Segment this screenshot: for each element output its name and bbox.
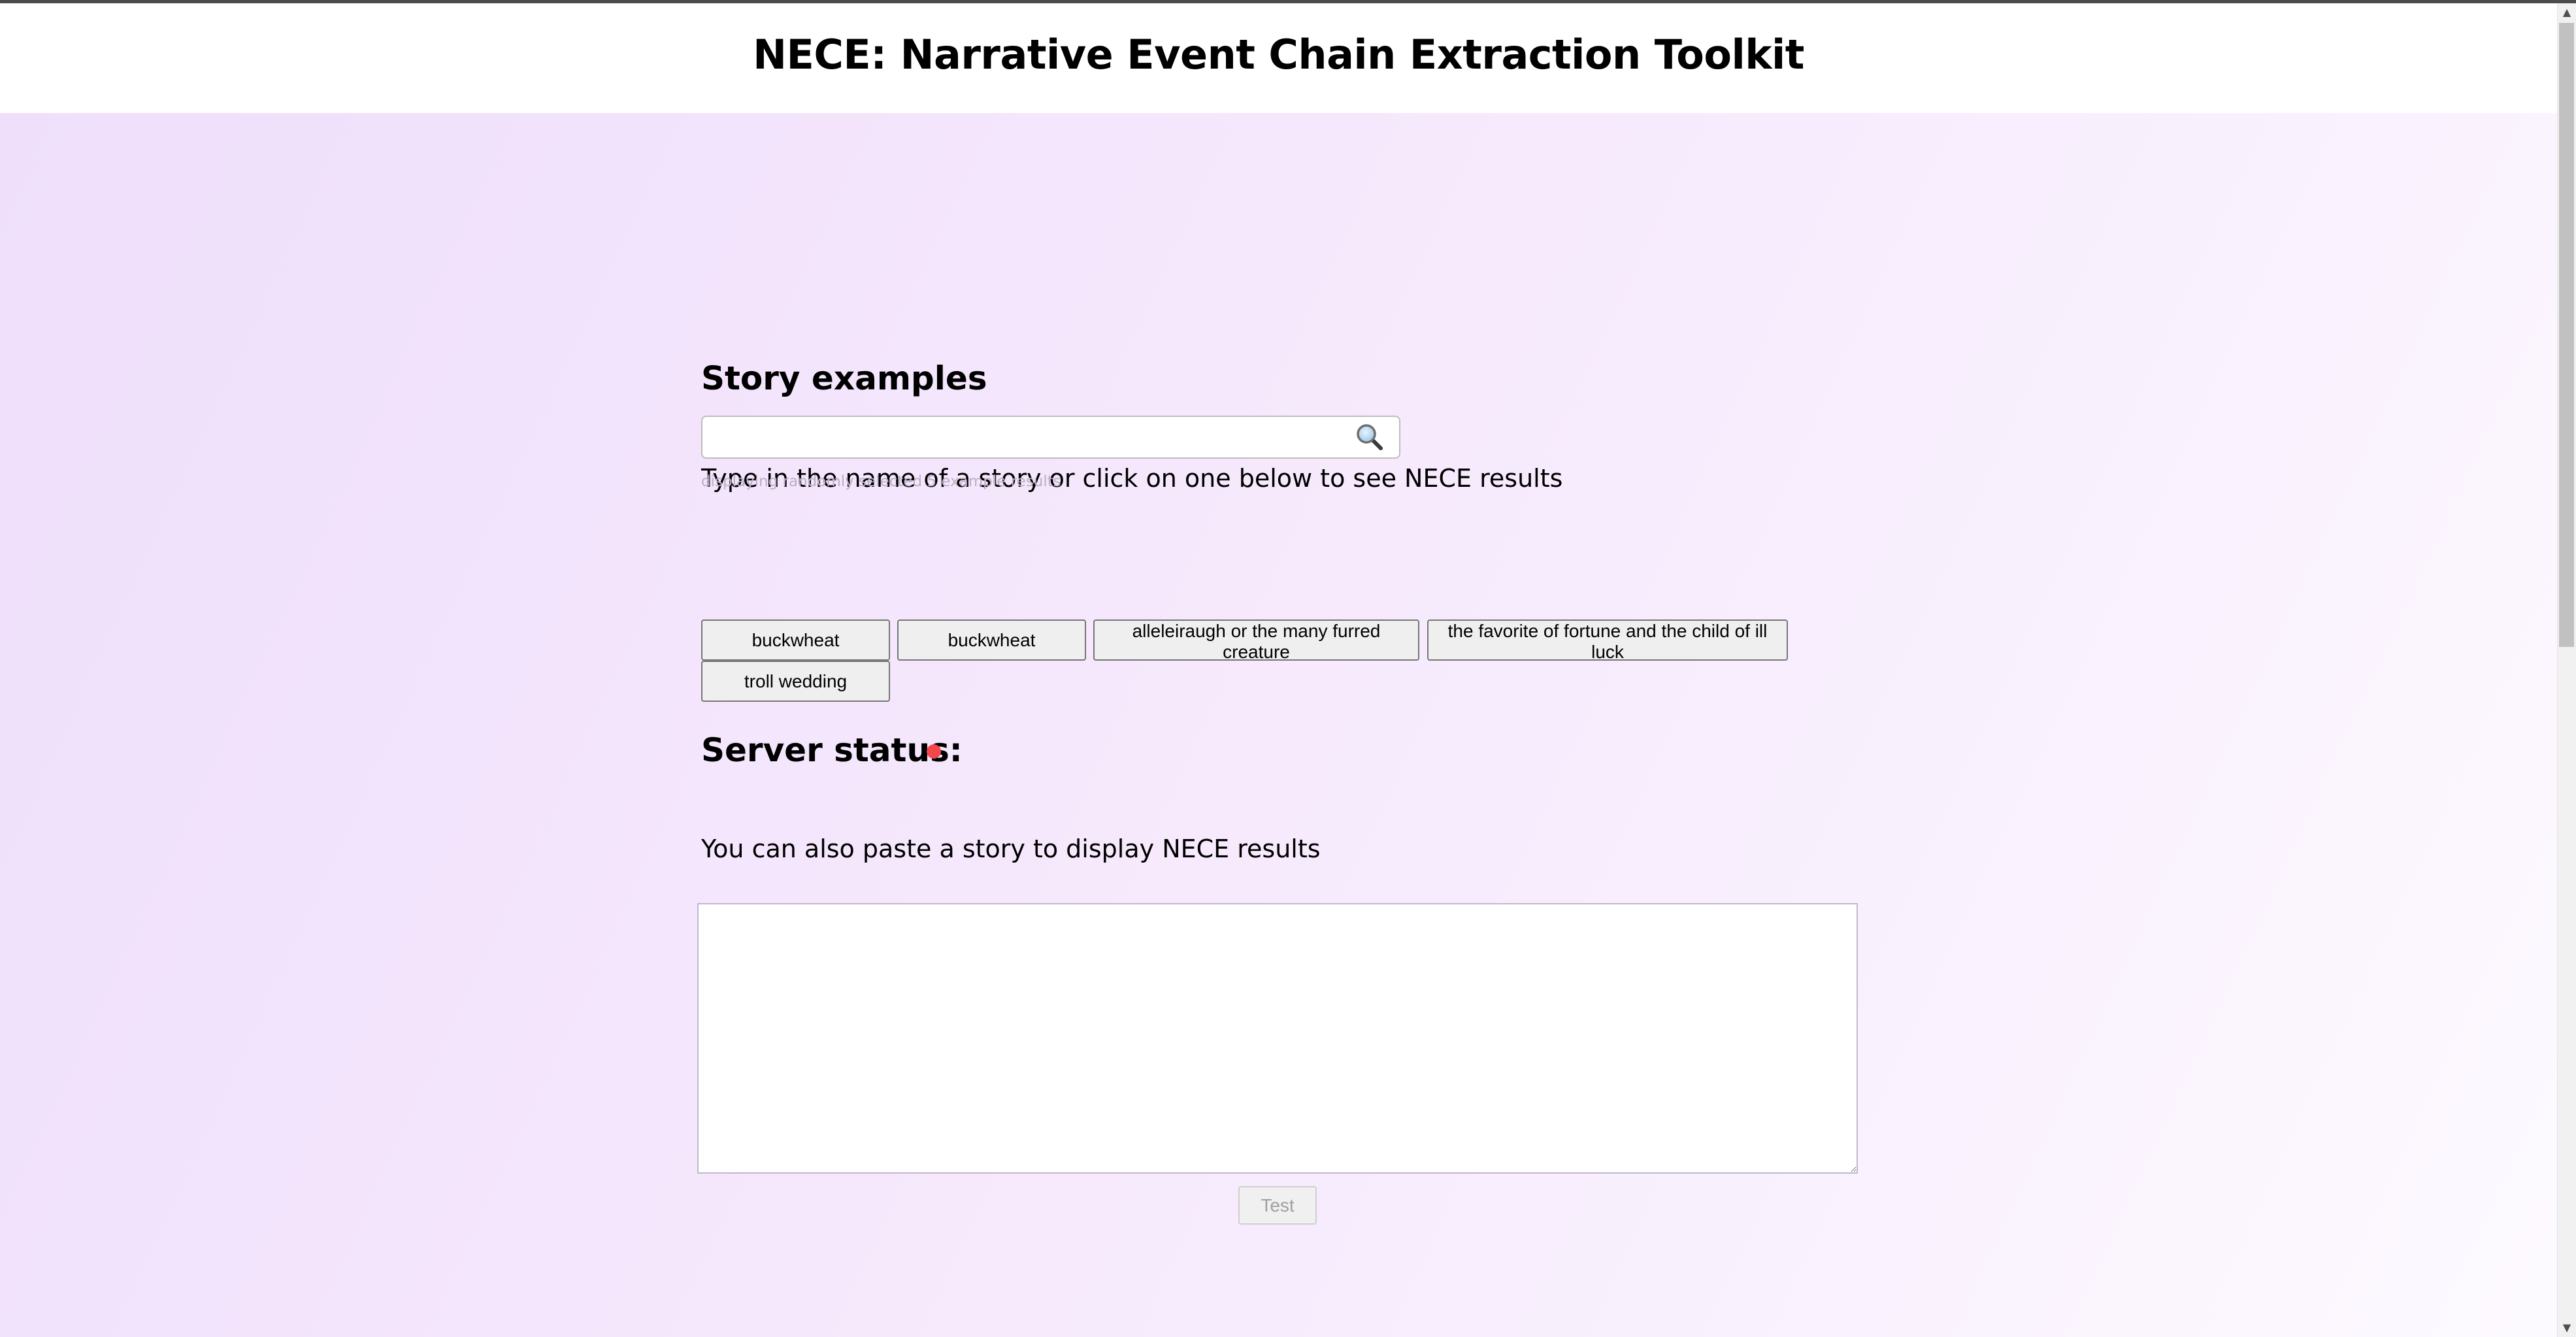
story-examples-heading: Story examples	[701, 359, 987, 397]
page-header: NECE: Narrative Event Chain Extraction T…	[0, 3, 2557, 113]
story-button-buckwheat-1[interactable]: buckwheat	[701, 619, 890, 661]
story-search-input[interactable]	[709, 421, 1339, 455]
story-button-troll-wedding[interactable]: troll wedding	[701, 661, 890, 702]
scroll-down-arrow-icon[interactable]: ▼	[2558, 1319, 2576, 1337]
scroll-up-arrow-icon[interactable]: ▲	[2558, 3, 2576, 22]
scrollbar-thumb[interactable]	[2559, 23, 2574, 647]
story-button-favorite-of-fortune[interactable]: the favorite of fortune and the child of…	[1427, 619, 1788, 662]
story-paste-textarea[interactable]	[697, 903, 1858, 1174]
examples-hint: displaying randomly selected 5 example r…	[701, 473, 1061, 490]
story-button-buckwheat-2[interactable]: buckwheat	[897, 619, 1086, 661]
server-status-indicator	[927, 744, 941, 759]
page-title: NECE: Narrative Event Chain Extraction T…	[753, 31, 1804, 78]
test-button[interactable]: Test	[1238, 1186, 1317, 1225]
vertical-scrollbar[interactable]: ▲ ▼	[2557, 3, 2576, 1337]
story-button-alleleiraugh[interactable]: alleleiraugh or the many furred creature	[1093, 619, 1419, 662]
paste-instruction: You can also paste a story to display NE…	[701, 834, 1321, 863]
server-status-heading: Server status:	[701, 731, 963, 769]
search-icon[interactable]	[1355, 422, 1385, 452]
story-search-box[interactable]	[701, 416, 1400, 459]
